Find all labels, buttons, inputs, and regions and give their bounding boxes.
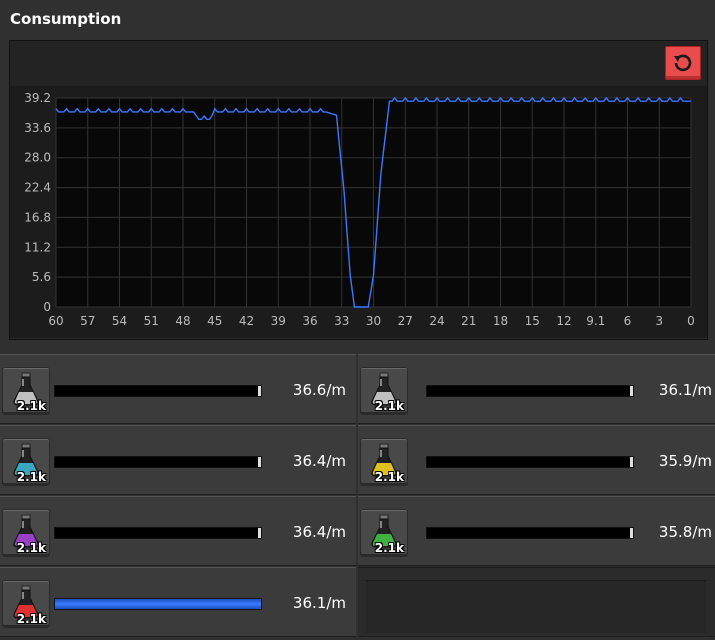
x-tick-label: 36 [302, 314, 317, 328]
science-pack-button[interactable]: 2.1k [360, 509, 408, 557]
item-count: 2.1k [374, 541, 404, 555]
x-tick-label: 39 [271, 314, 286, 328]
x-tick-label: 21 [461, 314, 476, 328]
x-tick-label: 54 [112, 314, 127, 328]
science-pack-button[interactable]: 2.1k [360, 367, 408, 415]
consumption-bar [54, 527, 262, 539]
empty-slot-inner [366, 580, 706, 633]
science-pack-list: 2.1k 36.6/m 2.1k 36.1/m 2.1k 36.4/m 2.1k… [0, 354, 715, 640]
science-pack-row[interactable]: 2.1k 36.4/m [0, 425, 356, 495]
consumption-bar [54, 385, 262, 397]
y-tick-label: 39.2 [24, 91, 51, 105]
consumption-panel: Consumption 39.2 33.6 28.0 22.4 16.8 11.2 5.6 0… [0, 0, 715, 640]
y-tick-label: 16.8 [24, 210, 51, 224]
consumption-rate: 36.1/m [658, 381, 712, 399]
item-count: 2.1k [16, 541, 46, 555]
consumption-rate: 36.4/m [292, 452, 346, 470]
consumption-bar-cap [258, 528, 261, 538]
item-count: 2.1k [16, 470, 46, 484]
consumption-rate: 35.9/m [658, 452, 712, 470]
x-tick-label: 48 [175, 314, 190, 328]
x-tick-label: 15 [525, 314, 540, 328]
reset-icon [674, 54, 692, 72]
x-tick-label: 9.1 [586, 314, 605, 328]
reset-button[interactable] [665, 46, 701, 80]
science-pack-row[interactable]: 2.1k 36.1/m [0, 567, 356, 637]
y-tick-label: 0 [43, 300, 51, 314]
consumption-rate: 36.1/m [292, 594, 346, 612]
science-pack-row[interactable]: 2.1k 36.1/m [358, 354, 715, 424]
science-pack-button[interactable]: 2.1k [2, 367, 50, 415]
x-tick-label: 30 [366, 314, 381, 328]
science-pack-button[interactable]: 2.1k [2, 438, 50, 486]
item-count: 2.1k [374, 399, 404, 413]
x-tick-label: 3 [655, 314, 663, 328]
consumption-bar [426, 385, 634, 397]
science-pack-row[interactable]: 2.1k 36.6/m [0, 354, 356, 424]
science-pack-button[interactable]: 2.1k [2, 509, 50, 557]
consumption-bar-fill [55, 599, 261, 609]
x-tick-label: 24 [429, 314, 444, 328]
graph-toolbar [10, 41, 707, 86]
y-tick-label: 22.4 [24, 181, 51, 195]
consumption-bar [426, 456, 634, 468]
consumption-bar [54, 456, 262, 468]
science-pack-row[interactable]: 2.1k 35.9/m [358, 425, 715, 495]
consumption-bar [54, 598, 262, 610]
x-tick-label: 45 [207, 314, 222, 328]
consumption-rate: 36.6/m [292, 381, 346, 399]
x-tick-label: 51 [144, 314, 159, 328]
x-tick-label: 42 [239, 314, 254, 328]
line-chart: 39.233.628.022.416.811.25.6060 57 54 51 48 45… [10, 86, 707, 338]
consumption-bar-cap [258, 457, 261, 467]
science-pack-row[interactable]: 2.1k 36.4/m [0, 496, 356, 566]
x-tick-label: 33 [334, 314, 349, 328]
item-count: 2.1k [374, 470, 404, 484]
x-tick-label: 12 [556, 314, 571, 328]
y-tick-label: 33.6 [24, 121, 51, 135]
science-pack-button[interactable]: 2.1k [2, 580, 50, 628]
consumption-bar-cap [258, 386, 261, 396]
y-tick-label: 11.2 [24, 240, 51, 254]
consumption-rate: 35.8/m [658, 523, 712, 541]
science-pack-button[interactable]: 2.1k [360, 438, 408, 486]
consumption-graph: 39.2 33.6 28.0 22.4 16.8 11.2 5.6 0 60 57 54 51 48 45… [9, 40, 708, 340]
y-tick-label: 28.0 [24, 151, 51, 165]
x-tick-label: 6 [624, 314, 632, 328]
x-tick-label: 27 [398, 314, 413, 328]
panel-title: Consumption [10, 10, 122, 28]
consumption-bar [426, 527, 634, 539]
item-count: 2.1k [16, 399, 46, 413]
empty-slot [358, 567, 715, 637]
x-tick-label: 0 [687, 314, 695, 328]
x-tick-label: 60 [48, 314, 63, 328]
x-tick-label: 18 [493, 314, 508, 328]
science-pack-row[interactable]: 2.1k 35.8/m [358, 496, 715, 566]
item-count: 2.1k [16, 612, 46, 626]
y-tick-label: 5.6 [32, 270, 51, 284]
x-tick-label: 57 [80, 314, 95, 328]
consumption-rate: 36.4/m [292, 523, 346, 541]
